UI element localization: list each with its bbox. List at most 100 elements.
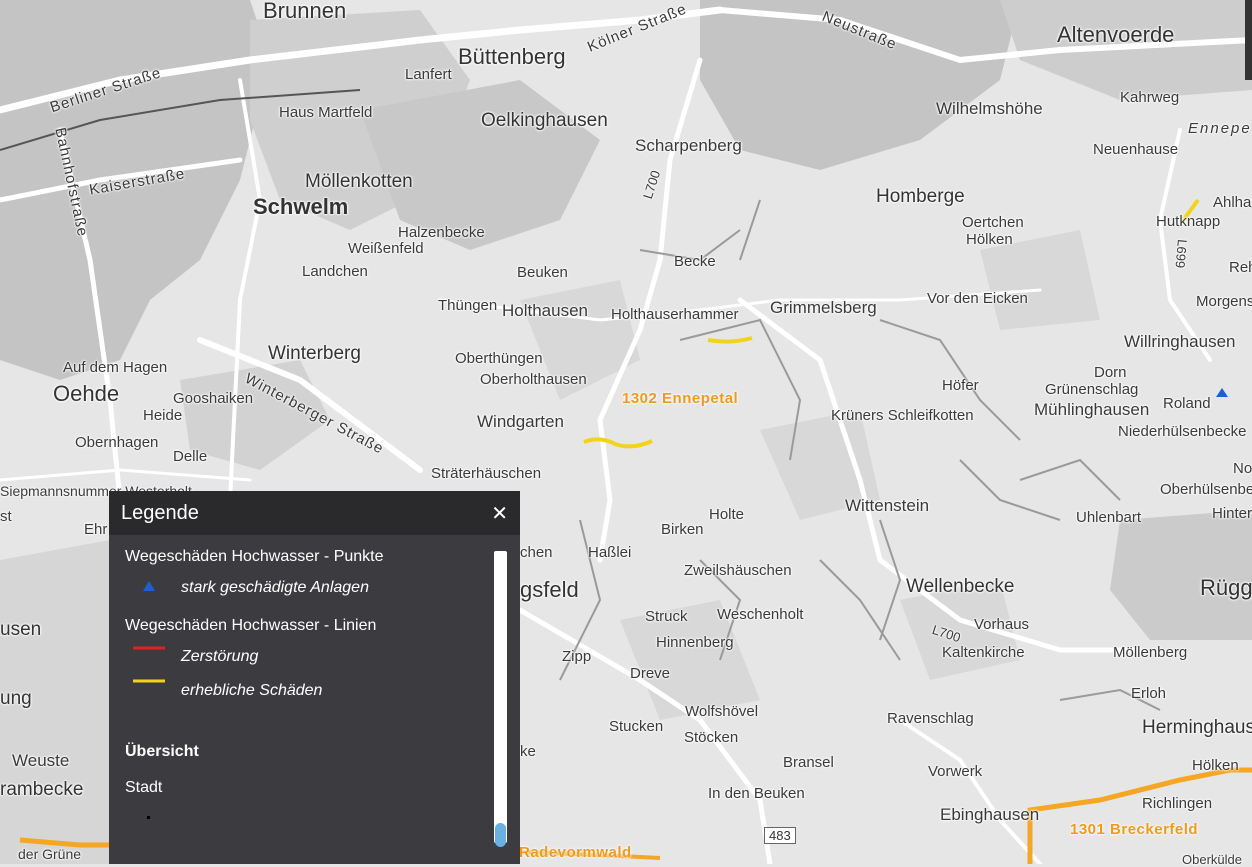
place-label-st: st — [0, 508, 12, 525]
place-label-uhlenbart: Uhlenbart — [1076, 509, 1142, 526]
place-label-winterberg: Winterberg — [268, 343, 361, 364]
place-label-schwelm: Schwelm — [253, 194, 349, 219]
place-label-auf-dem-hagen: Auf dem Hagen — [63, 359, 168, 376]
place-label-ahlha: Ahlha — [1213, 194, 1252, 211]
legend-overview-heading: Übersicht — [125, 743, 199, 760]
place-label-weuste: Weuste — [12, 751, 70, 770]
district-label-breckerfeld: 1301 Breckerfeld — [1070, 821, 1199, 838]
place-label-der-gruene: der Grüne — [18, 846, 82, 862]
district-label-radevormwald: Radevormwald — [519, 844, 632, 861]
place-label-haus-martfeld: Haus Martfeld — [279, 104, 373, 121]
place-label-ke: ke — [520, 743, 536, 760]
place-label-niederhuelsenbecke: Niederhülsenbecke — [1118, 423, 1247, 440]
district-label-ennepetal: 1302 Ennepetal — [622, 390, 739, 407]
place-label-moellenberg: Möllenberg — [1113, 644, 1188, 661]
place-label-hoefer: Höfer — [942, 377, 979, 394]
place-label-dorn: Dorn — [1094, 364, 1127, 381]
road-shield-b483: 483 — [764, 827, 796, 844]
place-label-roland: Roland — [1163, 395, 1211, 412]
legend-body: Wegeschäden Hochwasser - Punkte stark ge… — [109, 535, 520, 864]
place-label-wilhelmshoehe: Wilhelmshöhe — [936, 99, 1043, 118]
place-label-wolfshoevel: Wolfshövel — [685, 703, 759, 720]
place-label-usen: usen — [0, 619, 42, 640]
place-label-birken: Birken — [661, 521, 704, 538]
place-label-kaltenkirche: Kaltenkirche — [942, 644, 1025, 661]
place-label-vor-den-eicken: Vor den Eicken — [927, 290, 1028, 307]
place-label-morgens: Morgens — [1196, 293, 1252, 310]
damage-line-windgarten — [583, 437, 653, 449]
place-label-neuenhause: Neuenhause — [1093, 141, 1179, 158]
place-label-gooshaiken: Gooshaiken — [173, 390, 254, 407]
legend-scrollbar-thumb[interactable] — [495, 823, 506, 847]
place-label-holthausen: Holthausen — [502, 301, 589, 320]
place-label-in-den-beuken: In den Beuken — [708, 785, 805, 802]
place-label-hoelken: Hölken — [966, 231, 1013, 248]
place-label-oberhuelsenbecke: Oberhülsenbecke — [1160, 481, 1252, 498]
close-icon[interactable]: ✕ — [491, 501, 508, 526]
stadt-symbol-icon — [147, 816, 150, 819]
legend-section-heading-lines: Wegeschäden Hochwasser - Linien — [125, 617, 377, 634]
place-label-richlingen: Richlingen — [1142, 795, 1213, 812]
map-edge-scrollbar[interactable] — [1245, 0, 1252, 80]
place-label-bransel: Bransel — [783, 754, 834, 771]
water-label-ennepe: Ennepe — [1188, 120, 1252, 137]
place-label-heide: Heide — [143, 407, 183, 424]
damage-point-roland — [1216, 388, 1228, 397]
legend-overview-item-stadt: Stadt — [125, 779, 163, 796]
place-label-becke: Becke — [674, 253, 716, 270]
yellow-line-icon — [133, 679, 165, 683]
place-label-erloh: Erloh — [1131, 685, 1167, 702]
place-label-vorhaus: Vorhaus — [974, 616, 1030, 633]
place-label-grimmelsberg: Grimmelsberg — [770, 298, 877, 317]
place-label-altenvoerde: Altenvoerde — [1057, 22, 1175, 47]
district-border-breckerfeld — [1027, 767, 1252, 864]
place-label-oberkuelde: Oberkülde — [1182, 852, 1242, 867]
place-label-oelkinghausen: Oelkinghausen — [481, 110, 608, 131]
place-label-brunnen: Brunnen — [263, 0, 347, 23]
place-label-straeterhaeuschen: Sträterhäuschen — [431, 465, 542, 482]
place-label-hutknapp: Hutknapp — [1156, 213, 1221, 230]
place-label-struck: Struck — [645, 608, 688, 625]
red-line-icon — [133, 646, 165, 650]
place-label-vorwerk: Vorwerk — [928, 763, 983, 780]
place-label-no: No — [1233, 460, 1252, 477]
place-label-oberholthausen: Oberholthausen — [480, 371, 587, 388]
place-label-lanfert: Lanfert — [405, 66, 452, 83]
place-label-oehde: Oehde — [53, 381, 120, 406]
legend-scrollbar-track[interactable] — [494, 551, 507, 847]
place-label-delle: Delle — [173, 448, 208, 465]
place-label-ravenschlag: Ravenschlag — [887, 710, 974, 727]
place-label-reh: Reh — [1229, 259, 1252, 276]
place-label-ebinghausen: Ebinghausen — [940, 805, 1040, 824]
damage-line-holthauserhammer — [707, 336, 753, 344]
place-label-thuengen: Thüngen — [438, 297, 498, 314]
place-label-hinnenberg: Hinnenberg — [656, 634, 734, 651]
place-label-ung: ung — [0, 688, 32, 709]
place-label-zipp: Zipp — [562, 648, 592, 665]
place-label-weissenfeld: Weißenfeld — [348, 240, 424, 257]
place-label-kruners-schleifkotten: Krüners Schleifkotten — [831, 407, 974, 424]
place-label-herminghaus: Herminghaus — [1142, 717, 1252, 738]
place-label-beuken: Beuken — [517, 264, 568, 281]
place-label-oertchen: Oertchen — [962, 214, 1024, 231]
place-label-landchen: Landchen — [302, 263, 368, 280]
place-label-holte: Holte — [709, 506, 745, 523]
place-label-wittenstein: Wittenstein — [845, 496, 930, 515]
legend-panel: Legende ✕ Wegeschäden Hochwasser - Punkt… — [109, 491, 520, 864]
place-label-hasslei: Haßlei — [588, 544, 632, 561]
place-label-wellenbecke: Wellenbecke — [906, 576, 1015, 597]
place-label-buettenberg: Büttenberg — [458, 44, 566, 69]
road-label-l699: L699 — [1172, 238, 1190, 269]
place-label-hinter: Hinter — [1212, 505, 1252, 522]
place-label-gsfeld: gsfeld — [520, 577, 579, 602]
place-label-holthauserhammer: Holthauserhammer — [611, 306, 739, 323]
blue-triangle-icon — [143, 581, 155, 591]
place-label-homberge: Homberge — [876, 186, 965, 207]
place-label-oberthuengen: Oberthüngen — [455, 350, 543, 367]
place-label-scharpenberg: Scharpenberg — [635, 136, 742, 155]
place-label-willringhausen: Willringhausen — [1124, 332, 1236, 351]
place-label-kahrweg: Kahrweg — [1120, 89, 1180, 106]
place-label-halzenbecke: Halzenbecke — [398, 224, 485, 241]
place-label-obernhagen: Obernhagen — [75, 434, 159, 451]
place-label-zweilshaeuschen: Zweilshäuschen — [684, 562, 792, 579]
